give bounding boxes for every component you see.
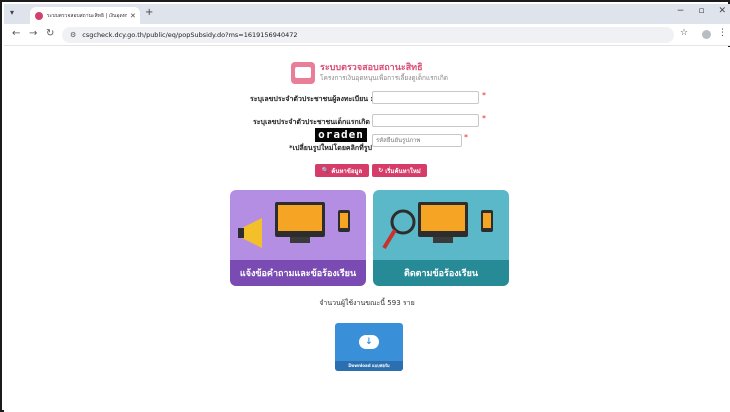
tab-strip: ▾ ระบบตรวจสอบสถานะสิทธิ | เงินอุดหนุน...… [4,4,730,24]
minimize-icon[interactable]: − [677,6,685,16]
reset-button-label: เริ่มค้นหาใหม่ [385,167,421,175]
download-arrow-icon: ↓ [365,337,373,347]
captcha-hint: *เปลี่ยนรูปใหม่โดยคลิกที่รูป [289,144,372,152]
search-button[interactable]: 🔍 ค้นหาข้อมูล [315,164,369,177]
reload-icon[interactable]: ↻ [46,28,54,39]
captcha-input[interactable] [372,134,462,147]
complaint-card-label: แจ้งข้อคำถามและข้อร้องเรียน [230,260,366,286]
page-content: ระบบตรวจสอบสถานะสิทธิ โครงการเงินอุดหนุน… [4,47,730,412]
captcha-image[interactable]: oraden [315,128,367,142]
browser-window: ▾ ระบบตรวจสอบสถานะสิทธิ | เงินอุดหนุน...… [0,0,730,412]
track-card[interactable]: ติดตามข้อร้องเรียน [373,190,509,286]
browser-tab[interactable]: ระบบตรวจสอบสถานะสิทธิ | เงินอุดหนุน... ✕ [30,7,140,24]
required-mark: * [482,91,486,100]
logo-screen [295,67,311,78]
registrant-id-input[interactable] [372,91,479,104]
forward-icon[interactable]: → [29,28,37,39]
magnifier-icon [382,209,416,250]
search-button-label: ค้นหาข้อมูล [331,167,363,175]
monitor-stand [290,237,310,243]
profile-avatar[interactable] [702,30,711,39]
child-id-label: ระบุเลขประจำตัวประชาชนเด็กแรกเกิด : [253,118,376,126]
favicon-icon [35,11,43,20]
phone-icon [338,210,350,232]
complaint-card[interactable]: แจ้งข้อคำถามและข้อร้องเรียน [230,190,366,286]
site-title: ระบบตรวจสอบสถานะสิทธิ [320,63,423,73]
browser-toolbar: ← → ↻ ⚙ csgcheck.dcy.go.th/public/eq/pop… [4,24,730,46]
maximize-icon[interactable]: ▫ [698,6,704,16]
refresh-icon: ↻ [378,167,384,174]
site-logo [291,62,315,84]
site-subtitle: โครงการเงินอุดหนุนเพื่อการเลี้ยงดูเด็กแร… [320,74,448,82]
url-text: csgcheck.dcy.go.th/public/eq/popSubsidy.… [82,31,298,39]
required-mark: * [464,133,468,142]
address-bar[interactable]: ⚙ csgcheck.dcy.go.th/public/eq/popSubsid… [62,27,674,43]
required-mark: * [482,114,486,123]
monitor-stand [433,237,453,243]
window-controls: − ▫ ✕ [677,6,726,16]
monitor-icon [275,202,325,237]
user-counter: จำนวนผู้ใช้งานขณะนี้ 593 ราย [319,299,415,307]
back-icon[interactable]: ← [12,28,20,39]
new-tab-icon[interactable]: + [145,7,153,18]
reset-button[interactable]: ↻ เริ่มค้นหาใหม่ [372,164,427,177]
menu-kebab-icon[interactable]: ⋮ [718,28,727,38]
complaint-card-illustration [230,190,366,260]
download-form-card[interactable]: ↓ Download แบบฟอร์ม [335,323,403,371]
search-icon: 🔍 [321,167,330,174]
download-label: Download แบบฟอร์ม [335,361,403,371]
track-card-label: ติดตามข้อร้องเรียน [373,260,509,286]
close-window-icon[interactable]: ✕ [718,6,726,16]
registrant-id-label: ระบุเลขประจำตัวประชาชนผู้ลงทะเบียน : [250,95,374,103]
monitor-icon [418,202,468,237]
child-id-input[interactable] [372,114,479,127]
phone-icon [481,210,493,232]
site-info-icon[interactable]: ⚙ [70,31,76,39]
tab-title: ระบบตรวจสอบสถานะสิทธิ | เงินอุดหนุน... [47,12,127,19]
bookmark-star-icon[interactable]: ☆ [680,28,688,38]
close-tab-icon[interactable]: ✕ [130,12,136,20]
megaphone-icon [238,218,262,248]
track-card-illustration [373,190,509,260]
tab-search-icon[interactable]: ▾ [10,8,14,17]
